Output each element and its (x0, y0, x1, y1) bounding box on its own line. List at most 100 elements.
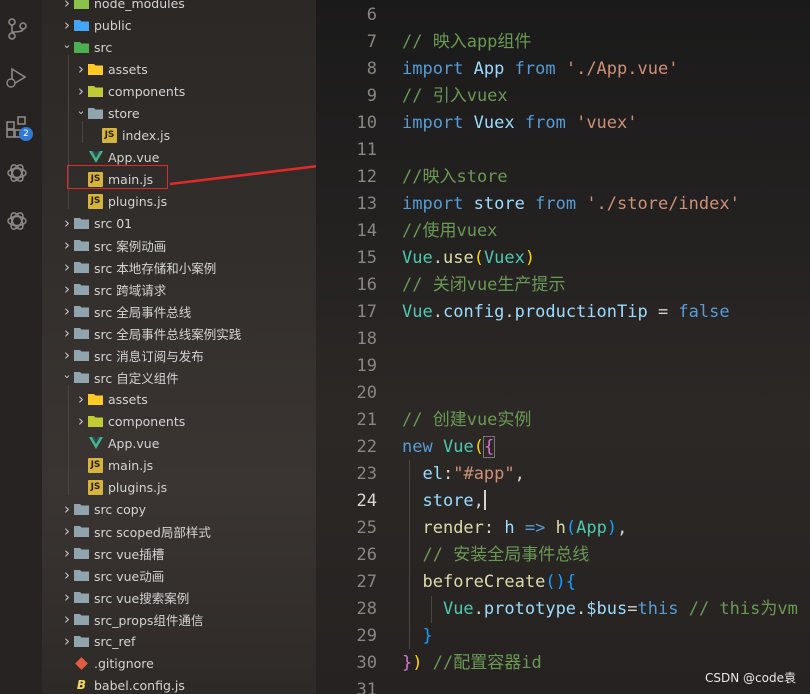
chevron-right-icon: › (78, 412, 84, 430)
explorer-row-label: components (108, 413, 186, 429)
explorer-row[interactable]: › src vue动画 (42, 564, 316, 586)
explorer-row[interactable]: › src 本地存储和小案例 (42, 256, 316, 278)
js-file-icon: JS (88, 457, 103, 473)
explorer-row[interactable]: › src 跨域请求 (42, 278, 316, 300)
code-line-22: new Vue({ (402, 436, 496, 458)
folder-icon (74, 260, 89, 275)
code-line-23: el:"#app", (422, 464, 525, 484)
line-number: 29 (356, 626, 377, 646)
explorer-row-label: src vue搜索案例 (94, 590, 190, 606)
line-number: 30 (356, 653, 377, 673)
source-control-icon[interactable] (4, 16, 30, 42)
explorer-row[interactable]: ⌄ src (42, 36, 316, 58)
vue-file-icon (88, 436, 103, 451)
chevron-right-icon: › (64, 214, 70, 232)
explorer-row-label: store (108, 105, 140, 121)
explorer-row[interactable]: ⌄ src 自定义组件 (42, 366, 316, 388)
line-number: 18 (356, 329, 377, 349)
code-editor[interactable]: 6 7 8 9 10 11 12 13 14 15 16 17 18 19 20 21 22 23 24 25 26 27… (316, 0, 810, 694)
explorer-row[interactable]: App.vue (42, 432, 316, 454)
code-line-21: // 创建vue实例 (402, 410, 532, 430)
explorer-row-label: src vue插槽 (94, 546, 165, 562)
line-number: 26 (356, 545, 377, 565)
explorer-row[interactable]: ⌄ store (42, 102, 316, 124)
line-number: 21 (356, 410, 377, 430)
explorer-row[interactable]: JS plugins.js (42, 476, 316, 498)
assets-folder-icon (88, 392, 103, 407)
chevron-right-icon: › (64, 302, 70, 320)
folder-icon (74, 238, 89, 253)
line-number: 19 (356, 356, 377, 376)
explorer-row-label: src_props组件通信 (94, 612, 204, 628)
chevron-right-icon: › (64, 500, 70, 518)
explorer-row-label: node_modules (94, 0, 185, 11)
js-file-icon: JS (88, 479, 103, 495)
code-line-30: }) //配置容器id (402, 653, 542, 673)
explorer-row[interactable]: › src_props组件通信 (42, 608, 316, 630)
explorer-row[interactable]: › components (42, 410, 316, 432)
folder-icon (74, 282, 89, 297)
chevron-down-icon: ⌄ (76, 103, 86, 117)
explorer-row[interactable]: JS plugins.js (42, 190, 316, 212)
explorer-row[interactable]: Bbabel.config.js (42, 674, 316, 694)
explorer-row[interactable]: › src 全局事件总线案例实践 (42, 322, 316, 344)
line-number: 22 (356, 437, 377, 457)
chevron-right-icon: › (64, 544, 70, 562)
explorer-row[interactable]: JS main.js (42, 454, 316, 476)
openai-icon[interactable] (4, 160, 30, 186)
explorer-row[interactable]: › src_ref (42, 630, 316, 652)
explorer-row[interactable]: .gitignore (42, 652, 316, 674)
explorer-row-label: babel.config.js (94, 677, 185, 693)
explorer-row[interactable]: › src vue搜索案例 (42, 586, 316, 608)
explorer-row-label: index.js (122, 127, 171, 143)
explorer-row[interactable]: › src 全局事件总线 (42, 300, 316, 322)
line-number: 10 (356, 113, 377, 133)
chevron-right-icon: › (64, 324, 70, 342)
explorer-row[interactable]: › assets (42, 58, 316, 80)
chevron-right-icon: › (78, 390, 84, 408)
folder-icon (74, 502, 89, 517)
explorer-row[interactable]: › src copy (42, 498, 316, 520)
code-line-14: //使用vuex (402, 221, 498, 241)
babel-file-icon: B (76, 678, 87, 692)
watermark: CSDN @code袁 (705, 671, 796, 685)
explorer-row-label: assets (108, 391, 148, 407)
explorer-row[interactable]: › src scoped局部样式 (42, 520, 316, 542)
code-line-10: import Vuex from 'vuex' (402, 113, 638, 133)
line-number: 6 (366, 5, 377, 25)
text-cursor (483, 490, 486, 510)
run-debug-icon[interactable] (4, 64, 30, 90)
explorer-row[interactable]: › public (42, 14, 316, 36)
chevron-right-icon: › (64, 610, 70, 628)
js-file-icon: JS (102, 127, 117, 143)
explorer-row[interactable]: JS index.js (42, 124, 316, 146)
explorer-row[interactable]: › assets (42, 388, 316, 410)
line-number: 11 (356, 140, 377, 160)
explorer-row-label: src (94, 39, 113, 55)
explorer-row-label: main.js (108, 457, 154, 473)
activity-bar: 2 (0, 0, 42, 694)
public-folder-icon (74, 18, 89, 33)
openai-icon[interactable] (4, 208, 30, 234)
explorer-row[interactable]: › src 01 (42, 212, 316, 234)
explorer-row-label: src 跨域请求 (94, 282, 167, 298)
explorer-row-label: src vue动画 (94, 568, 165, 584)
explorer-row[interactable]: › src 案例动画 (42, 234, 316, 256)
line-number: 13 (356, 194, 377, 214)
code-line-16: // 关闭vue生产提示 (402, 275, 566, 295)
explorer-row[interactable]: › src 消息订阅与发布 (42, 344, 316, 366)
explorer-row[interactable]: › src vue插槽 (42, 542, 316, 564)
folder-icon (74, 524, 89, 539)
line-number: 16 (356, 275, 377, 295)
code-line-12: //映入store (402, 167, 508, 187)
line-number: 20 (356, 383, 377, 403)
components-folder-icon (88, 414, 103, 429)
explorer-row[interactable]: › node_modules (42, 0, 316, 14)
line-number: 15 (356, 248, 377, 268)
chevron-right-icon: › (64, 566, 70, 584)
chevron-right-icon: › (78, 60, 84, 78)
explorer-row-label: src 01 (94, 215, 133, 231)
chevron-right-icon: › (64, 280, 70, 298)
